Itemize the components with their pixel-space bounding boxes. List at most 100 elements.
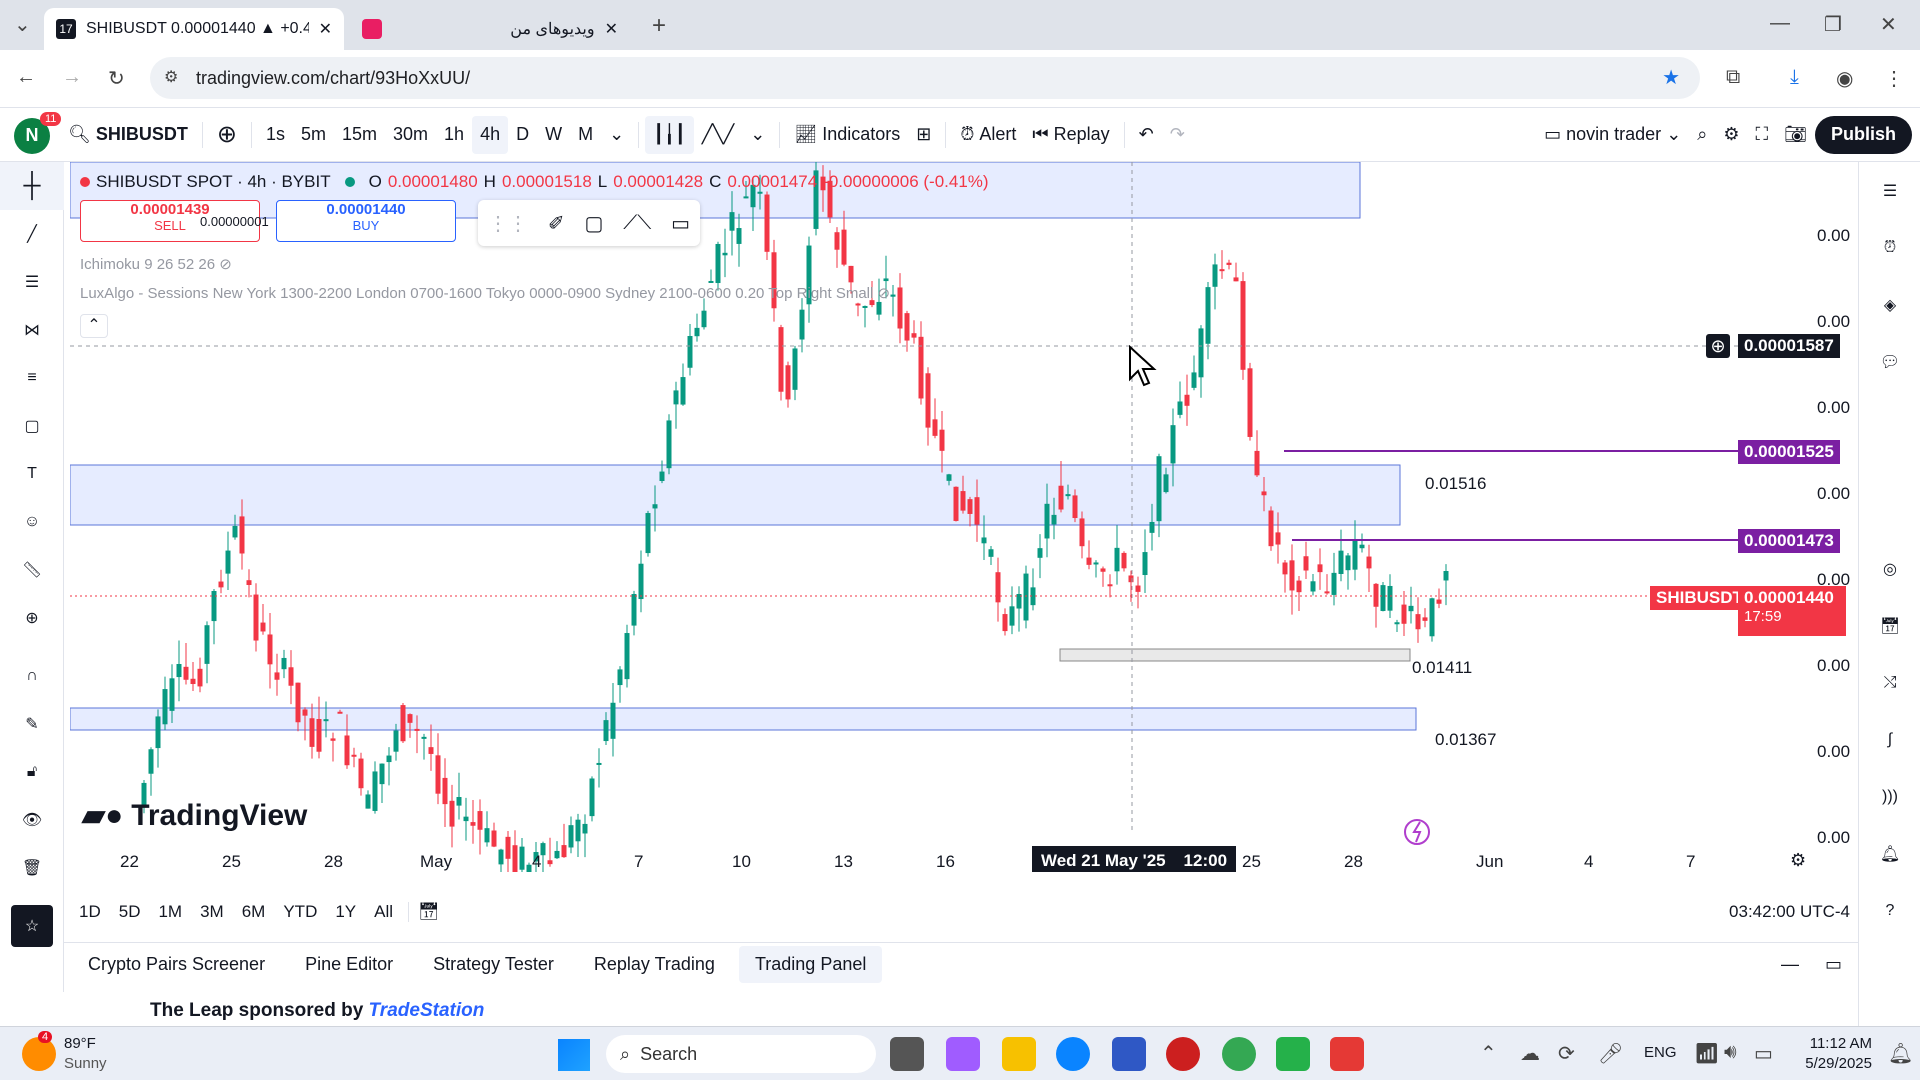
volume-icon[interactable]: 🔊︎ [1724, 1041, 1737, 1064]
clock-time[interactable]: 11:12 AM [1790, 1035, 1872, 1052]
eye-icon[interactable]: 👁︎ [0, 796, 64, 844]
tray-overflow-icon[interactable]: ⌃ [1480, 1041, 1497, 1066]
interval-30m[interactable]: 30m [385, 116, 436, 154]
strategy-icon[interactable]: ⤭ [1859, 654, 1920, 711]
lightning-icon[interactable] [1412, 821, 1422, 843]
range-all[interactable]: All [365, 902, 402, 922]
timezone-clock[interactable]: 03:42:00 UTC-4 [1729, 902, 1850, 922]
date-range-calendar-icon[interactable]: 📅︎ [408, 902, 449, 922]
trash-icon[interactable]: 🗑︎ [0, 844, 64, 892]
tab-trading-panel[interactable]: Trading Panel [738, 946, 883, 983]
tab-replay-trading[interactable]: Replay Trading [578, 946, 731, 983]
interval-15m[interactable]: 15m [334, 116, 385, 154]
interval-m[interactable]: M [570, 116, 601, 154]
pattern-icon[interactable]: ⋈ [0, 306, 64, 354]
layers-icon[interactable]: ◈ [1859, 276, 1920, 333]
favorites-star-icon[interactable]: ☆ [11, 905, 53, 947]
line-chart-icon[interactable]: ╱╲╱ [694, 116, 743, 154]
interval-d[interactable]: D [508, 116, 537, 154]
sessions-legend[interactable]: LuxAlgo - Sessions New York 1300-2200 Lo… [80, 284, 890, 302]
file-explorer-icon[interactable] [1002, 1037, 1036, 1071]
chart-type-dropdown-icon[interactable]: ⌄ [742, 116, 773, 154]
help-icon[interactable]: ? [1859, 882, 1920, 939]
lock-icon[interactable]: 🔓︎ [0, 748, 64, 796]
alerts-clock-icon[interactable]: ⏰︎ [1859, 219, 1920, 276]
interval-4h[interactable]: 4h [472, 115, 509, 154]
watchlist-icon[interactable]: ☰ [1859, 162, 1920, 219]
close-window-icon[interactable]: ✕ [1880, 12, 1897, 37]
target-icon[interactable]: ◎ [1859, 540, 1920, 597]
microphone-icon[interactable]: 🎤︎ [1598, 1041, 1623, 1066]
legend-title[interactable]: SHIBUSDT SPOT · 4h · BYBIT [96, 172, 331, 192]
ruler-icon[interactable]: 📏︎ [0, 546, 64, 594]
reload-icon[interactable]: ↻ [108, 66, 125, 91]
interval-dropdown-icon[interactable]: ⌄ [601, 116, 632, 154]
chrome-icon[interactable] [1222, 1037, 1256, 1071]
zone-box-lower[interactable] [70, 707, 1417, 731]
tab-pine-editor[interactable]: Pine Editor [289, 946, 409, 983]
app-recorder-icon[interactable] [1330, 1037, 1364, 1071]
tray-app-icon[interactable]: ☁ [1520, 1041, 1540, 1066]
browser-tab-videos[interactable]: ویدیوهای من ✕ [350, 8, 630, 50]
price-chart[interactable] [70, 162, 1850, 872]
app-c-icon[interactable] [1276, 1037, 1310, 1071]
calendar-icon[interactable]: 📅︎ [1859, 597, 1920, 654]
hidden-eye-icon[interactable]: ⊘ [219, 256, 232, 273]
rect-tool-icon[interactable]: ▢ [584, 211, 603, 236]
crosshair-icon[interactable]: ┼ [0, 162, 64, 210]
tray-sync-icon[interactable]: ⟳ [1558, 1041, 1575, 1066]
hidden-eye-icon[interactable]: ⊘ [878, 285, 891, 302]
panel-banner[interactable]: The Leap sponsored by TradeStation [150, 1000, 484, 1022]
interval-1s[interactable]: 1s [258, 116, 293, 154]
magnet-icon[interactable]: ∩ [0, 652, 64, 700]
interval-1h[interactable]: 1h [436, 116, 472, 154]
tab-strategy-tester[interactable]: Strategy Tester [417, 946, 570, 983]
candles-icon[interactable]: ┃╽┃ [645, 115, 694, 154]
templates-icon[interactable]: ⊞ [908, 116, 939, 154]
maximize-panel-icon[interactable]: ▭ [1825, 954, 1842, 975]
app-p-icon[interactable] [1166, 1037, 1200, 1071]
publish-button[interactable]: Publish [1814, 115, 1912, 154]
close-tab-icon[interactable]: ✕ [319, 19, 332, 39]
collapse-legend-icon[interactable]: ⌃ [80, 314, 108, 338]
pine-icon[interactable]: ∫ [1859, 711, 1920, 768]
lock-drawing-icon[interactable]: ✎ [0, 700, 64, 748]
add-price-icon[interactable]: ⊕ [1706, 334, 1730, 358]
battery-icon[interactable]: ▭ [1754, 1041, 1773, 1066]
new-tab-icon[interactable]: + [652, 12, 666, 40]
indicators-button[interactable]: 📈︎ Indicators [786, 116, 908, 154]
compare-add-icon[interactable]: ⊕ [209, 116, 245, 154]
emoji-icon[interactable]: ☺ [0, 498, 64, 546]
tab-list-icon[interactable]: ⌄ [14, 12, 31, 37]
rectangle-icon[interactable]: ▢ [0, 402, 64, 450]
notification-center-icon[interactable]: 🔔︎ [1888, 1041, 1913, 1066]
ichimoku-legend[interactable]: Ichimoku 9 26 52 26 ⊘ [80, 255, 232, 273]
range-3m[interactable]: 3M [191, 902, 233, 922]
minimize-icon[interactable]: — [1770, 12, 1790, 35]
site-info-icon[interactable]: ⚙ [164, 67, 178, 87]
trend-line-icon[interactable]: ╱ [0, 210, 64, 258]
url-field[interactable]: ⚙ tradingview.com/chart/93HoXxUU/ ★ [150, 57, 1700, 99]
brush-icon[interactable]: ✐ [548, 211, 565, 236]
wave-tool-icon[interactable]: ⟋⟍ [623, 212, 651, 235]
task-view-icon[interactable] [890, 1037, 924, 1071]
horizontal-lines-icon[interactable]: ☰ [0, 258, 64, 306]
zone-box-upper[interactable] [70, 464, 1401, 526]
redo-icon[interactable]: ↷ [1162, 116, 1193, 154]
axis-settings-icon[interactable]: ⚙ [1790, 850, 1806, 871]
fib-icon[interactable]: ≡ [0, 354, 64, 402]
downloads-icon[interactable]: ⤓ [1790, 66, 1799, 89]
range-1d[interactable]: 1D [70, 902, 110, 922]
copilot-icon[interactable] [946, 1037, 980, 1071]
range-1m[interactable]: 1M [149, 902, 191, 922]
browser-tab-tradingview[interactable]: 17 SHIBUSDT 0.00001440 ▲ +0.49 ✕ [44, 8, 344, 50]
snapshot-camera-icon[interactable]: 📷︎ [1776, 116, 1815, 154]
restore-icon[interactable]: ❐ [1824, 12, 1842, 37]
interval-5m[interactable]: 5m [293, 116, 334, 154]
zone-box-middle[interactable] [1059, 648, 1411, 662]
edge-icon[interactable] [1056, 1037, 1090, 1071]
extensions-icon[interactable]: ⧉ [1726, 66, 1740, 89]
fullscreen-icon[interactable]: ⛶ [1748, 116, 1777, 154]
signal-icon[interactable]: ))) [1859, 768, 1920, 825]
windows-start-icon[interactable] [558, 1039, 590, 1071]
